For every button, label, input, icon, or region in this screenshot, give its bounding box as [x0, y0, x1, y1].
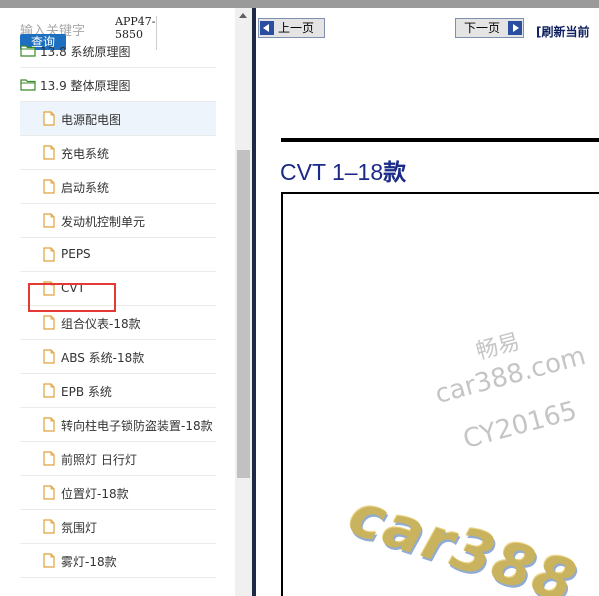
arrow-right-icon: [508, 21, 522, 35]
page-toolbar: 上一页 下一页 [刷新当前: [256, 8, 599, 46]
tree-item-label: 启动系统: [61, 181, 110, 195]
tree-doc-item[interactable]: PEPS: [20, 238, 216, 272]
next-page-label: 下一页: [464, 21, 501, 35]
tree-doc-item[interactable]: 电源配电图: [20, 102, 216, 136]
tree-item-label: 氛围灯: [61, 521, 98, 535]
tree-doc-item[interactable]: 位置灯-18款: [20, 476, 216, 510]
next-page-button[interactable]: 下一页: [455, 18, 524, 38]
highlight-annotation: [28, 283, 116, 312]
document-icon: [43, 383, 55, 398]
tree-item-label: EPB 系统: [61, 385, 112, 399]
tree-item-label: 充电系统: [61, 147, 110, 161]
tree-folder-item[interactable]: 13.9 整体原理图: [20, 68, 216, 102]
folder-open-icon: [20, 77, 36, 91]
document-icon: [43, 451, 55, 466]
refresh-link[interactable]: [刷新当前: [536, 23, 590, 40]
document-viewer: 上一页 下一页 [刷新当前 CVT 1–18款 畅易 car388.com CY…: [256, 8, 599, 596]
scroll-thumb[interactable]: [237, 150, 250, 478]
document-icon: [43, 519, 55, 534]
tree-item-label: 组合仪表-18款: [61, 317, 141, 331]
top-strip: [0, 0, 599, 8]
tree-doc-item[interactable]: 发动机控制单元: [20, 204, 216, 238]
tree-folder-item[interactable]: 13.8 系统原理图: [20, 34, 216, 68]
scroll-up-arrow[interactable]: [235, 8, 252, 25]
document-icon: [43, 179, 55, 194]
document-title: CVT 1–18款: [280, 153, 406, 187]
tree-item-label: 电源配电图: [61, 113, 122, 127]
document-icon: [43, 349, 55, 364]
title-suffix: 款: [383, 159, 407, 185]
title-prefix: CVT 1–18: [280, 159, 384, 185]
tree-item-label: 转向柱电子锁防盗装置-18款: [61, 419, 213, 433]
tree-doc-item[interactable]: 转向柱电子锁防盗装置-18款: [20, 408, 216, 442]
tree-doc-item[interactable]: 氛围灯: [20, 510, 216, 544]
arrow-left-icon: [260, 21, 274, 35]
left-navigation-pane: 输入关键字 查询 APP47-5850 13.8 系统原理图 13.9 整体原理图…: [0, 8, 252, 596]
tree-item-label: 发动机控制单元: [61, 215, 146, 229]
prev-page-button[interactable]: 上一页: [258, 18, 325, 38]
tree-item-label: 13.8 系统原理图: [40, 45, 131, 59]
tree-doc-item[interactable]: 充电系统: [20, 136, 216, 170]
tree-item-label: ABS 系统-18款: [61, 351, 145, 365]
tree-doc-item[interactable]: 启动系统: [20, 170, 216, 204]
tree-item-label: 13.9 整体原理图: [40, 79, 131, 93]
document-icon: [43, 145, 55, 160]
tree-item-label: 位置灯-18款: [61, 487, 129, 501]
document-icon: [43, 485, 55, 500]
folder-open-icon: [20, 43, 36, 57]
document-icon: [43, 315, 55, 330]
tree-doc-item[interactable]: 前照灯 日行灯: [20, 442, 216, 476]
tree-item-label: 雾灯-18款: [61, 555, 117, 569]
header-rule: [281, 138, 599, 142]
prev-page-label: 上一页: [278, 21, 315, 35]
document-icon: [43, 111, 55, 126]
left-scrollbar[interactable]: [235, 8, 252, 596]
tree-doc-item[interactable]: 雾灯-18款: [20, 544, 216, 578]
document-icon: [43, 213, 55, 228]
document-icon: [43, 417, 55, 432]
document-icon: [43, 553, 55, 568]
tree-doc-item[interactable]: EPB 系统: [20, 374, 216, 408]
tree-item-label: 前照灯 日行灯: [61, 453, 137, 467]
tree-item-label: PEPS: [61, 247, 91, 261]
document-icon: [43, 247, 55, 262]
tree-doc-item[interactable]: ABS 系统-18款: [20, 340, 216, 374]
